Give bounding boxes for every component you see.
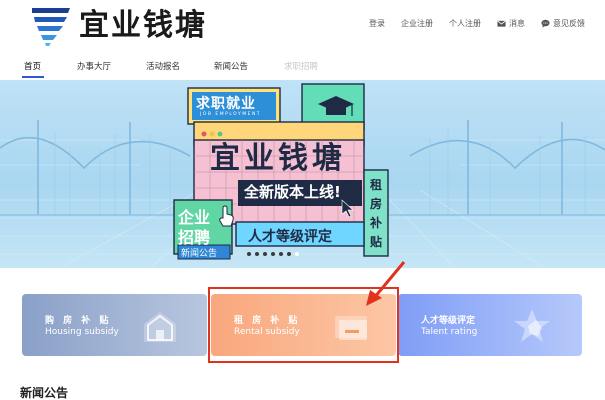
brand-title: 宜业钱塘 xyxy=(79,8,207,43)
news-section-title: 新闻公告 xyxy=(20,386,69,400)
carousel-dots xyxy=(247,252,299,256)
banner-new-version: 全新版本上线! xyxy=(244,183,341,201)
talent-rating-subtitle: Talent rating xyxy=(421,327,478,337)
carousel-dot[interactable] xyxy=(263,252,267,256)
tab-job-hiring[interactable]: 求职招聘 xyxy=(284,60,318,72)
feedback-label: 意见反馈 xyxy=(553,19,585,28)
carousel-dot[interactable] xyxy=(255,252,259,256)
carousel-dot[interactable] xyxy=(287,252,291,256)
carousel-dot[interactable] xyxy=(295,252,299,256)
carousel-dot[interactable] xyxy=(247,252,251,256)
banner-news-tag: 新闻公告 xyxy=(181,249,218,259)
banner-rent-char: 租 xyxy=(369,178,382,192)
banner-recruit-line2: 招聘 xyxy=(178,228,211,247)
page: 宜业钱塘 登录 企业注册 个人注册 消息 意见反馈 首页 办事大厅 活动报名 新… xyxy=(0,0,605,400)
carousel-dot[interactable] xyxy=(271,252,275,256)
housing-subsidy-card[interactable]: 购 房 补 贴 Housing subsidy xyxy=(22,294,207,356)
banner-main-title: 宜业钱塘 xyxy=(210,141,346,176)
login-link[interactable]: 登录 xyxy=(369,18,385,29)
tab-service-hall[interactable]: 办事大厅 xyxy=(77,60,111,72)
banner-job-seeking: 求职就业 xyxy=(196,96,256,112)
carousel-dot[interactable] xyxy=(279,252,283,256)
brand-logo-icon[interactable] xyxy=(32,6,70,46)
mail-icon xyxy=(497,20,506,27)
banner-rent-char: 补 xyxy=(369,216,382,230)
banner-rent-char: 贴 xyxy=(369,235,382,249)
banner-rent-subsidy: 租 房 补 贴 xyxy=(368,176,384,252)
tab-news[interactable]: 新闻公告 xyxy=(214,60,248,72)
hero-banner[interactable]: 求职就业 JOB EMPLOYMENT 宜业钱塘 全新版本上线! 企业 招聘 新… xyxy=(0,80,605,268)
star-badge-icon xyxy=(514,309,550,342)
housing-subsidy-title: 购 房 补 贴 xyxy=(45,316,112,326)
main-nav: 首页 办事大厅 活动报名 新闻公告 求职招聘 xyxy=(0,52,605,80)
top-links: 登录 企业注册 个人注册 消息 意见反馈 xyxy=(369,18,585,29)
company-register-link[interactable]: 企业注册 xyxy=(401,18,433,29)
annotation-arrow-icon xyxy=(366,261,406,306)
banner-rent-char: 房 xyxy=(369,197,382,211)
talent-rating-title: 人才等级评定 xyxy=(421,316,476,326)
tab-activity-signup[interactable]: 活动报名 xyxy=(146,60,180,72)
tab-home[interactable]: 首页 xyxy=(24,60,41,72)
chat-bubble-icon xyxy=(541,19,550,28)
talent-rating-card[interactable]: 人才等级评定 Talent rating xyxy=(398,294,582,356)
active-tab-indicator xyxy=(22,76,44,78)
header: 宜业钱塘 登录 企业注册 个人注册 消息 意见反馈 xyxy=(0,0,605,52)
feedback-link[interactable]: 意见反馈 xyxy=(541,18,585,29)
personal-register-link[interactable]: 个人注册 xyxy=(449,18,481,29)
messages-link[interactable]: 消息 xyxy=(497,18,525,29)
housing-subsidy-subtitle: Housing subsidy xyxy=(45,327,119,337)
banner-talent-grade: 人才等级评定 xyxy=(248,229,332,245)
messages-label: 消息 xyxy=(509,19,525,28)
banner-job-employment-en: JOB EMPLOYMENT xyxy=(200,112,262,117)
house-icon xyxy=(144,312,176,342)
